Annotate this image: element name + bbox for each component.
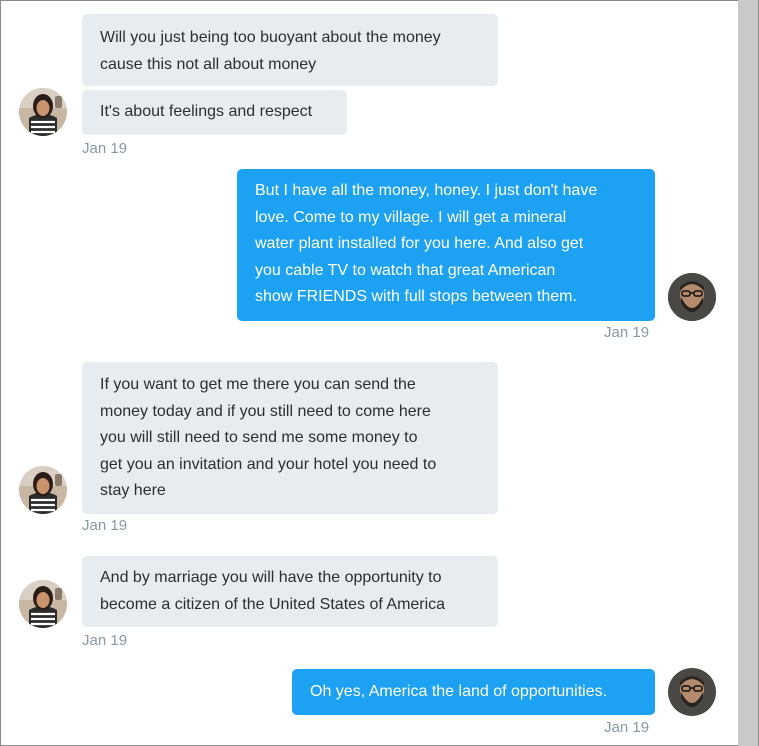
message-line: stay here [100, 482, 166, 499]
scrollbar[interactable] [738, 0, 758, 746]
sent-message-bubble[interactable]: But I have all the money, honey. I just … [237, 169, 655, 321]
message-line: get you an invitation and your hotel you… [100, 455, 437, 473]
woman-avatar-icon [19, 466, 67, 514]
message-timestamp: Jan 19 [604, 324, 650, 341]
message-line: show FRIENDS with full stops between the… [255, 288, 577, 305]
sent-message-bubble[interactable]: Oh yes, America the land of opportunitie… [292, 669, 655, 715]
bearded-man-avatar-icon [668, 273, 716, 321]
message-line: you will still need to send me some mone… [100, 429, 418, 446]
other-user-avatar[interactable] [19, 88, 67, 136]
message-line: cause this not all about money [100, 55, 317, 73]
message-line: If you want to get me there you can send… [100, 376, 416, 393]
message-line: money today and if you still need to com… [100, 402, 431, 420]
message-timestamp: Jan 19 [604, 719, 650, 736]
message-line: It's about feelings and respect [100, 103, 313, 120]
received-message-bubble[interactable]: It's about feelings and respect [82, 90, 347, 135]
message-line: become a citizen of the United States of… [100, 595, 446, 613]
my-avatar[interactable] [668, 668, 716, 716]
woman-avatar-icon [19, 88, 67, 136]
message-timestamp: Jan 19 [82, 517, 128, 534]
message-line: love. Come to my village. I will get a m… [255, 208, 567, 226]
message-line: water plant installed for you here. And … [255, 235, 584, 252]
other-user-avatar[interactable] [19, 580, 67, 628]
received-message-bubble[interactable]: And by marriage you will have the opport… [82, 556, 498, 627]
message-timestamp: Jan 19 [82, 140, 128, 157]
message-line: And by marriage you will have the opport… [100, 569, 442, 586]
received-message-bubble[interactable]: Will you just being too buoyant about th… [82, 14, 498, 86]
other-user-avatar[interactable] [19, 466, 67, 514]
message-line: you cable TV to watch that great America… [255, 261, 556, 279]
message-line: But I have all the money, honey. I just … [255, 182, 598, 199]
message-line: Will you just being too buoyant about th… [100, 29, 441, 46]
bearded-man-avatar-icon [668, 668, 716, 716]
received-message-bubble[interactable]: If you want to get me there you can send… [82, 362, 498, 514]
message-timestamp: Jan 19 [82, 632, 128, 649]
woman-avatar-icon [19, 580, 67, 628]
my-avatar[interactable] [668, 273, 716, 321]
message-line: Oh yes, America the land of opportunitie… [310, 683, 608, 700]
